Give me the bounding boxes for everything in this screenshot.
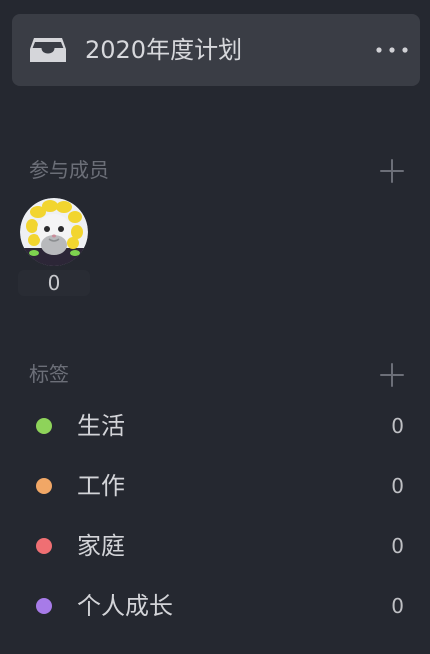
member-avatar[interactable] bbox=[20, 198, 88, 266]
tag-item[interactable]: 工作 0 bbox=[0, 461, 430, 511]
add-tag-button[interactable] bbox=[380, 363, 404, 387]
inbox-tray-icon bbox=[30, 38, 66, 62]
tag-count: 0 bbox=[391, 414, 404, 438]
tag-label: 生活 bbox=[77, 412, 125, 440]
tag-label: 家庭 bbox=[77, 532, 125, 560]
tag-item[interactable]: 个人成长 0 bbox=[0, 581, 430, 631]
tags-section-title: 标签 bbox=[29, 362, 69, 386]
more-horizontal-icon bbox=[376, 47, 408, 53]
tag-color-dot bbox=[36, 598, 52, 614]
tag-count: 0 bbox=[391, 534, 404, 558]
add-member-button[interactable] bbox=[380, 159, 404, 183]
tag-count: 0 bbox=[391, 594, 404, 618]
tag-count: 0 bbox=[391, 474, 404, 498]
members-section-title: 参与成员 bbox=[29, 158, 109, 182]
tag-label: 工作 bbox=[77, 472, 125, 500]
cat-avatar-image bbox=[20, 198, 88, 266]
tag-label: 个人成长 bbox=[77, 592, 173, 620]
tag-item[interactable]: 生活 0 bbox=[0, 401, 430, 451]
more-options-button[interactable] bbox=[370, 32, 414, 68]
plus-icon bbox=[380, 159, 404, 183]
member-task-count: 0 bbox=[18, 270, 90, 296]
project-title: 2020年度计划 bbox=[85, 36, 243, 64]
tag-color-dot bbox=[36, 478, 52, 494]
project-header[interactable]: 2020年度计划 bbox=[12, 14, 420, 86]
tag-item[interactable]: 家庭 0 bbox=[0, 521, 430, 571]
tag-color-dot bbox=[36, 538, 52, 554]
tag-color-dot bbox=[36, 418, 52, 434]
plus-icon bbox=[380, 363, 404, 387]
